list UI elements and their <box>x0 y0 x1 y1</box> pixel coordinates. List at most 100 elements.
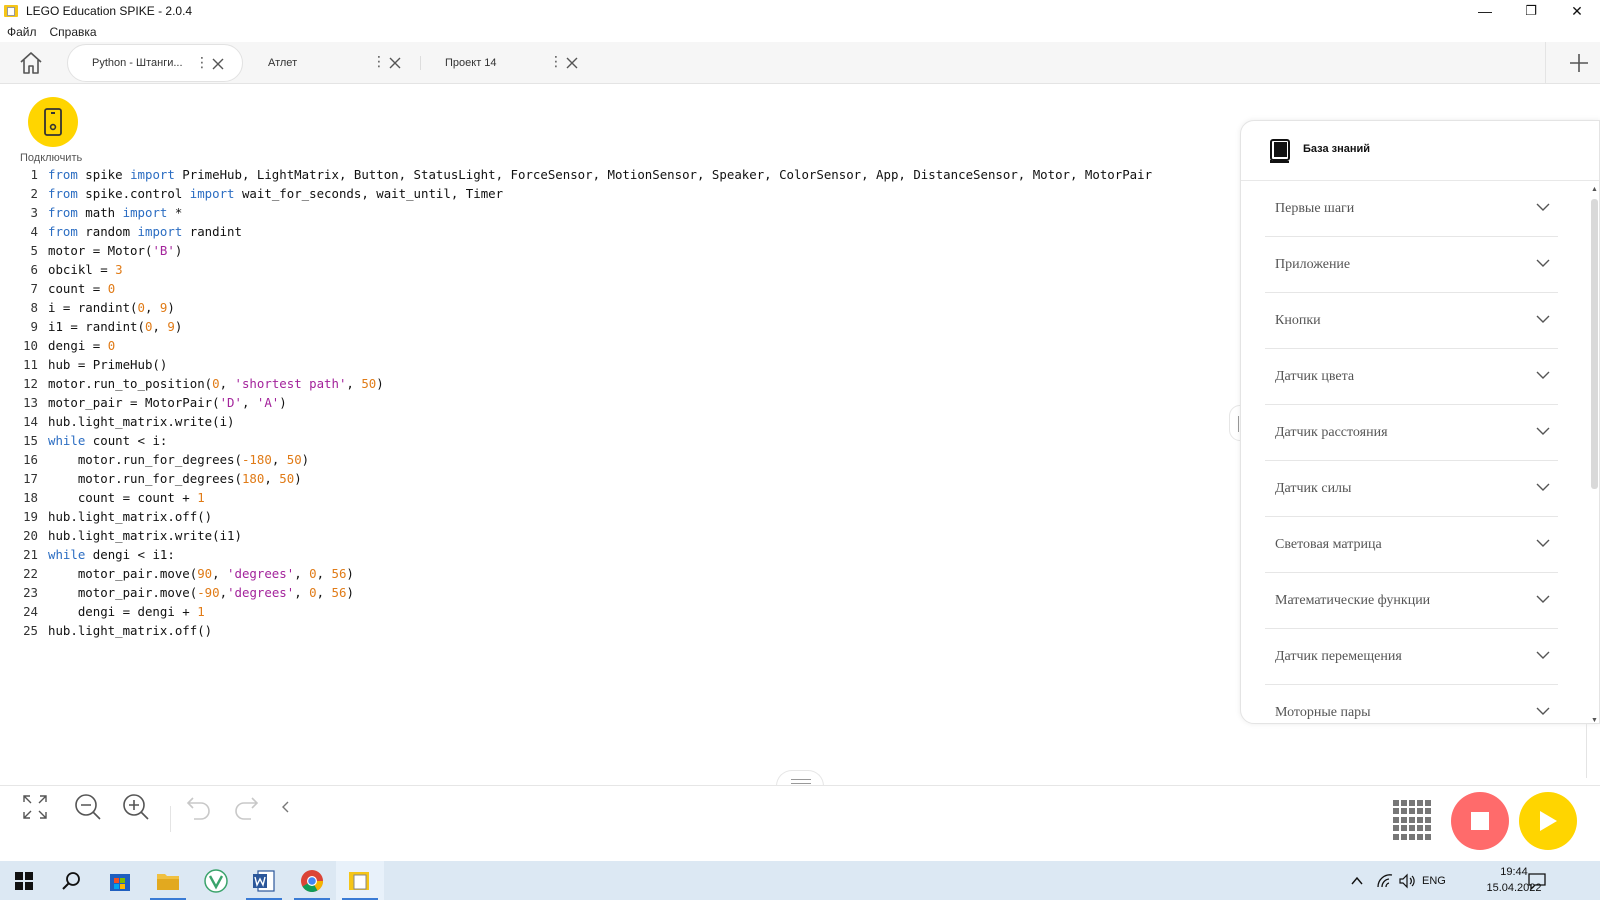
chevron-down-icon[interactable] <box>1536 314 1550 324</box>
code-line[interactable]: 4 from random import randint <box>0 222 242 241</box>
tab-menu-icon[interactable]: ⋮ <box>195 54 209 71</box>
knowledge-base-item[interactable]: Математические функции <box>1265 573 1558 629</box>
chevron-left-icon[interactable] <box>276 792 306 822</box>
knowledge-base-header[interactable]: База знаний <box>1241 121 1599 181</box>
scrollbar-thumb[interactable] <box>1591 199 1598 489</box>
tab-close-icon[interactable] <box>211 57 225 71</box>
knowledge-base-item[interactable]: Кнопки <box>1265 293 1558 349</box>
code-line[interactable]: 16 motor.run_for_degrees(-180, 50) <box>0 450 309 469</box>
spike-taskbar-button[interactable] <box>336 861 384 900</box>
stop-button[interactable] <box>1451 792 1509 850</box>
code-line[interactable]: 12 motor.run_to_position(0, 'shortest pat… <box>0 374 384 393</box>
scroll-down-icon[interactable]: ▼ <box>1591 717 1598 723</box>
code-line[interactable]: 17 motor.run_for_degrees(180, 50) <box>0 469 302 488</box>
tab-atlet[interactable]: Атлет ⋮ <box>244 44 414 82</box>
code-token: 90 <box>197 566 213 581</box>
code-line[interactable]: 7 count = 0 <box>0 279 116 298</box>
chevron-down-icon[interactable] <box>1536 258 1550 268</box>
tab-menu-icon[interactable]: ⋮ <box>549 53 563 70</box>
explorer-button[interactable] <box>144 861 192 900</box>
knowledge-base-item[interactable]: Приложение <box>1265 237 1558 293</box>
code-line[interactable]: 15 while count < i: <box>0 431 167 450</box>
zoom-in-icon[interactable] <box>121 792 151 822</box>
matrix-pixel <box>1425 825 1431 832</box>
code-line[interactable]: 20 hub.light_matrix.write(i1) <box>0 526 242 545</box>
network-icon[interactable] <box>1376 873 1394 889</box>
spike-icon <box>349 871 369 890</box>
chevron-down-icon[interactable] <box>1536 426 1550 436</box>
chevron-down-icon[interactable] <box>1536 706 1550 716</box>
tab-menu-icon[interactable]: ⋮ <box>372 53 386 70</box>
code-line[interactable]: 22 motor_pair.move(90, 'degrees', 0, 56) <box>0 564 354 583</box>
knowledge-base-item[interactable]: Датчик расстояния <box>1265 405 1558 461</box>
console-drag-handle[interactable] <box>776 770 824 786</box>
new-tab-button[interactable] <box>1568 52 1590 74</box>
code-line[interactable]: 8i = randint(0, 9) <box>0 298 175 317</box>
chevron-up-icon[interactable] <box>1350 874 1364 888</box>
knowledge-base-item[interactable]: Первые шаги <box>1265 181 1558 237</box>
tab-close-icon[interactable] <box>388 56 402 70</box>
start-button[interactable] <box>0 861 48 900</box>
matrix-pixel <box>1417 800 1423 806</box>
menu-help[interactable]: Справка <box>50 25 97 39</box>
vivaldi-button[interactable] <box>192 861 240 900</box>
code-editor[interactable]: 1 from spike import PrimeHub, LightMatrix… <box>0 165 1153 640</box>
volume-icon[interactable] <box>1398 873 1416 889</box>
chevron-down-icon[interactable] <box>1536 202 1550 212</box>
line-number: 6 <box>30 262 38 277</box>
notifications-icon[interactable] <box>1527 872 1547 890</box>
connect-hub-button[interactable] <box>28 97 78 147</box>
knowledge-base-item[interactable]: Моторные пары <box>1265 685 1558 723</box>
store-button[interactable] <box>96 861 144 900</box>
word-button[interactable] <box>240 861 288 900</box>
knowledge-base-item[interactable]: Датчик силы <box>1265 461 1558 517</box>
chevron-down-icon[interactable] <box>1536 650 1550 660</box>
chrome-button[interactable] <box>288 861 336 900</box>
code-line[interactable]: 24 dengi = dengi + 1 <box>0 602 205 621</box>
code-line[interactable]: 23 motor_pair.move(-90,'degrees', 0, 56) <box>0 583 354 602</box>
code-line[interactable]: 2 from spike.control import wait_for_seco… <box>0 184 504 203</box>
search-button[interactable] <box>48 861 96 900</box>
zoom-out-icon[interactable] <box>73 792 103 822</box>
language-indicator[interactable]: ENG <box>1422 861 1446 900</box>
minimize-button[interactable]: — <box>1462 0 1508 22</box>
code-line[interactable]: 5 motor = Motor('B') <box>0 241 183 260</box>
code-line[interactable]: 21 while dengi < i1: <box>0 545 175 564</box>
chevron-down-icon[interactable] <box>1536 538 1550 548</box>
maximize-button[interactable]: ❐ <box>1508 0 1554 22</box>
home-button[interactable] <box>18 50 44 76</box>
code-line[interactable]: 19 hub.light_matrix.off() <box>0 507 212 526</box>
chevron-down-icon[interactable] <box>1536 594 1550 604</box>
code-line[interactable]: 3 from math import * <box>0 203 183 222</box>
menu-bar: Файл Справка <box>0 22 103 42</box>
undo-icon[interactable] <box>184 792 214 822</box>
knowledge-base-item[interactable]: Датчик перемещения <box>1265 629 1558 685</box>
code-line[interactable]: 18 count = count + 1 <box>0 488 205 507</box>
code-line[interactable]: 6 obcikl = 3 <box>0 260 123 279</box>
line-number: 1 <box>30 167 38 182</box>
code-line[interactable]: 9 i1 = randint(0, 9) <box>0 317 183 336</box>
chevron-down-icon[interactable] <box>1536 482 1550 492</box>
menu-file[interactable]: Файл <box>7 25 37 39</box>
tab-python-project[interactable]: Python - Штанги... ⋮ <box>67 44 243 82</box>
tab-close-icon[interactable] <box>565 56 579 70</box>
knowledge-base-item[interactable]: Световая матрица <box>1265 517 1558 573</box>
light-matrix-button[interactable] <box>1393 800 1433 840</box>
tab-project-14[interactable]: Проект 14 ⋮ <box>421 44 591 82</box>
knowledge-base-item[interactable]: Датчик цвета <box>1265 349 1558 405</box>
code-line[interactable]: 1 from spike import PrimeHub, LightMatrix… <box>0 165 1153 184</box>
run-button[interactable] <box>1519 792 1577 850</box>
scroll-up-icon[interactable]: ▲ <box>1591 186 1598 193</box>
code-line[interactable]: 14 hub.light_matrix.write(i) <box>0 412 234 431</box>
code-line[interactable]: 11 hub = PrimeHub() <box>0 355 167 374</box>
knowledge-base-scrollbar[interactable]: ▲ ▼ <box>1588 184 1599 723</box>
code-token: , <box>212 566 228 581</box>
code-line[interactable]: 13 motor_pair = MotorPair('D', 'A') <box>0 393 287 412</box>
fullscreen-icon[interactable] <box>20 792 50 822</box>
redo-icon[interactable] <box>231 792 261 822</box>
code-line[interactable]: 25 hub.light_matrix.off() <box>0 621 212 640</box>
chevron-down-icon[interactable] <box>1536 370 1550 380</box>
code-line[interactable]: 10 dengi = 0 <box>0 336 115 355</box>
tab-bar-divider <box>1545 42 1546 84</box>
close-button[interactable]: ✕ <box>1554 0 1600 22</box>
